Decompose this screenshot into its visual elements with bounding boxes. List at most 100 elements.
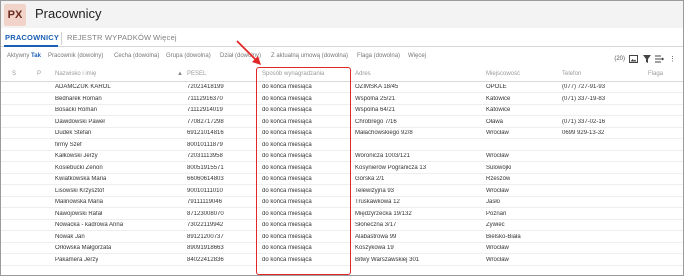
cell-adres: Małachowskiego 92/8 bbox=[355, 130, 413, 136]
cell-adres: Truskawkowa 12 bbox=[355, 199, 400, 205]
cell-adres: Telewizyjna 93 bbox=[355, 187, 395, 194]
filter-aktywny-value: Tak bbox=[31, 53, 41, 59]
cell-pesel: 66060614803 bbox=[187, 176, 224, 182]
cell-nazwisko: Pakamera Jerzy bbox=[55, 256, 99, 263]
tab-wiecej[interactable]: Więcej bbox=[153, 33, 177, 42]
list-settings-icon[interactable] bbox=[655, 54, 664, 63]
annotation-arrow bbox=[236, 40, 261, 65]
cell-nazwisko: Bednarek Roman bbox=[55, 95, 102, 102]
app-window: PX Pracownicy PRACOWNICY REJESTR WYPADKÓ… bbox=[0, 0, 684, 276]
cell-adres: Woroniczа 1003/121 bbox=[355, 153, 410, 159]
cell-pesel: 77082717298 bbox=[187, 118, 224, 125]
image-icon[interactable] bbox=[629, 54, 638, 63]
filter-pracownik[interactable]: Pracownik (dowolny) bbox=[48, 53, 103, 59]
cell-miejscowosc: Wrocław bbox=[486, 153, 509, 159]
cell-pesel: 72021418199 bbox=[187, 84, 224, 90]
cell-telefon: (071) 337-19-83 bbox=[562, 95, 606, 102]
cell-adres: OZIMSKA 18/45 bbox=[355, 84, 399, 90]
cell-pesel: 71112916370 bbox=[187, 95, 223, 102]
cell-miejscowosc: Wrocław bbox=[486, 256, 509, 263]
cell-nazwisko: Kwiatkowska Maria bbox=[55, 176, 107, 182]
cell-telefon: (071) 337-02-16 bbox=[562, 118, 606, 125]
cell-nazwisko: ADAMCZUK KAROL bbox=[55, 84, 111, 90]
cell-pesel: 89091918663 bbox=[187, 245, 224, 251]
cell-telefon: (077) 727-91-93 bbox=[562, 84, 606, 90]
cell-nazwisko: Kosiebucki Zenon bbox=[55, 164, 103, 171]
active-tab-indicator bbox=[4, 45, 58, 47]
tab-bar: PRACOWNICY REJESTR WYPADKÓW Więcej bbox=[1, 31, 683, 47]
cell-nazwisko: firmy Szef bbox=[55, 141, 82, 148]
filter-cecha[interactable]: Cecha (dowolna) bbox=[114, 53, 159, 59]
page-title: Pracownicy bbox=[35, 6, 102, 21]
cell-adres: Wspólna 64/21 bbox=[355, 107, 396, 113]
cell-miejscowosc: OPOLE bbox=[486, 84, 507, 90]
cell-pesel: 72031113958 bbox=[187, 153, 223, 159]
cell-adres: Chrobrego 7/16 bbox=[355, 118, 397, 125]
cell-adres: Międzyrzecka 19/132 bbox=[355, 210, 412, 217]
cell-adres: Kosynierów Pogranicza 13 bbox=[355, 164, 427, 171]
filter-bar: Aktywny Tak Pracownik (dowolny) Cecha (d… bbox=[1, 53, 683, 65]
column-header-miejscowosc[interactable]: Miejscowość bbox=[486, 71, 520, 77]
app-logo: PX bbox=[4, 4, 26, 26]
cell-pesel: 73022119942 bbox=[187, 222, 224, 228]
column-header-adres[interactable]: Adres bbox=[355, 71, 371, 77]
record-count: (20) bbox=[614, 55, 625, 62]
cell-adres: Wspólna 25/21 bbox=[355, 95, 396, 102]
cell-telefon: 0699 929-13-32 bbox=[562, 130, 605, 136]
column-header-flaga[interactable]: Flaga bbox=[648, 71, 663, 77]
cell-pesel: 87123008070 bbox=[187, 210, 224, 217]
filter-umowa[interactable]: Z aktualną umową (dowolna) bbox=[271, 53, 348, 59]
cell-miejscowosc: Wrocław bbox=[486, 130, 509, 136]
cell-nazwisko: Kałkowski Jerzy bbox=[55, 153, 98, 159]
cell-nazwisko: Nowak Jan bbox=[55, 233, 85, 240]
cell-nazwisko: Nawojowski Rafał bbox=[55, 210, 103, 217]
tab-rejestr-wypadkow[interactable]: REJESTR WYPADKÓW bbox=[67, 33, 151, 42]
filter-flaga[interactable]: Flaga (dowolna) bbox=[357, 53, 400, 59]
filter-aktywny-label: Aktywny bbox=[7, 53, 30, 59]
column-header-pesel[interactable]: PESEL bbox=[187, 71, 206, 77]
cell-nazwisko: Orłowska Małgorzata bbox=[55, 245, 112, 251]
filter-aktywny[interactable]: Aktywny Tak bbox=[7, 53, 41, 59]
cell-pesel: 80051915571 bbox=[187, 164, 224, 171]
cell-nazwisko: Dawidowski Paweł bbox=[55, 118, 105, 125]
cell-miejscowosc: Bielsko-Biała bbox=[486, 233, 521, 240]
cell-miejscowosc: Katowice bbox=[486, 107, 511, 113]
filter-grupa[interactable]: Grupa (dowolna) bbox=[166, 53, 211, 59]
cell-miejscowosc: Żywiec bbox=[486, 222, 505, 228]
cell-miejscowosc: Sulowójki bbox=[486, 164, 512, 171]
cell-miejscowosc: Rzeszów bbox=[486, 176, 511, 182]
cell-miejscowosc: Wrocław bbox=[486, 245, 509, 251]
column-header-nazwisko[interactable]: Nazwisko i imię bbox=[55, 71, 96, 77]
column-header-p[interactable]: P bbox=[37, 71, 41, 77]
cell-adres: Słoneczna 3/17 bbox=[355, 222, 397, 228]
cell-nazwisko: Malinowska Maria bbox=[55, 199, 104, 205]
tab-divider bbox=[61, 32, 62, 45]
cell-miejscowosc: Oława bbox=[486, 118, 504, 125]
cell-nazwisko: Dudek Stefan bbox=[55, 130, 92, 136]
column-header-telefon[interactable]: Telefon bbox=[562, 71, 581, 77]
cell-nazwisko: Nowacka - kadrowa Anna bbox=[55, 222, 124, 228]
cell-miejscowosc: Jasło bbox=[486, 199, 501, 205]
more-options-icon[interactable]: ⋮ bbox=[668, 54, 677, 63]
highlight-annotation bbox=[256, 67, 351, 275]
cell-miejscowosc: Katowice bbox=[486, 95, 511, 102]
column-header-s[interactable]: S bbox=[12, 71, 16, 77]
filter-icon[interactable] bbox=[642, 54, 651, 63]
cell-pesel: 71112914019 bbox=[187, 107, 223, 113]
grid-toolbar: (20) ⋮ bbox=[614, 53, 677, 64]
cell-pesel: 79111119046 bbox=[187, 199, 222, 205]
cell-adres: Alabastrowa 99 bbox=[355, 233, 397, 240]
cell-miejscowosc: Poznań bbox=[486, 210, 507, 217]
tab-pracownicy[interactable]: PRACOWNICY bbox=[5, 33, 59, 42]
cell-nazwisko: Lisowski Krzysztof bbox=[55, 187, 105, 194]
cell-pesel: 89121200737 bbox=[187, 233, 224, 240]
cell-pesel: 84022412836 bbox=[187, 256, 224, 263]
cell-pesel: 80010111879 bbox=[187, 141, 223, 148]
cell-adres: Koszykowa 19 bbox=[355, 245, 394, 251]
sort-asc-icon: ▲ bbox=[177, 71, 183, 77]
filter-wiecej[interactable]: Więcej bbox=[408, 53, 426, 59]
cell-miejscowosc: Wrocław bbox=[486, 187, 509, 194]
cell-pesel: 90010111010 bbox=[187, 187, 223, 194]
cell-pesel: 69121014816 bbox=[187, 130, 224, 136]
cell-adres: Bitwy Warszawskiej 301 bbox=[355, 256, 420, 263]
